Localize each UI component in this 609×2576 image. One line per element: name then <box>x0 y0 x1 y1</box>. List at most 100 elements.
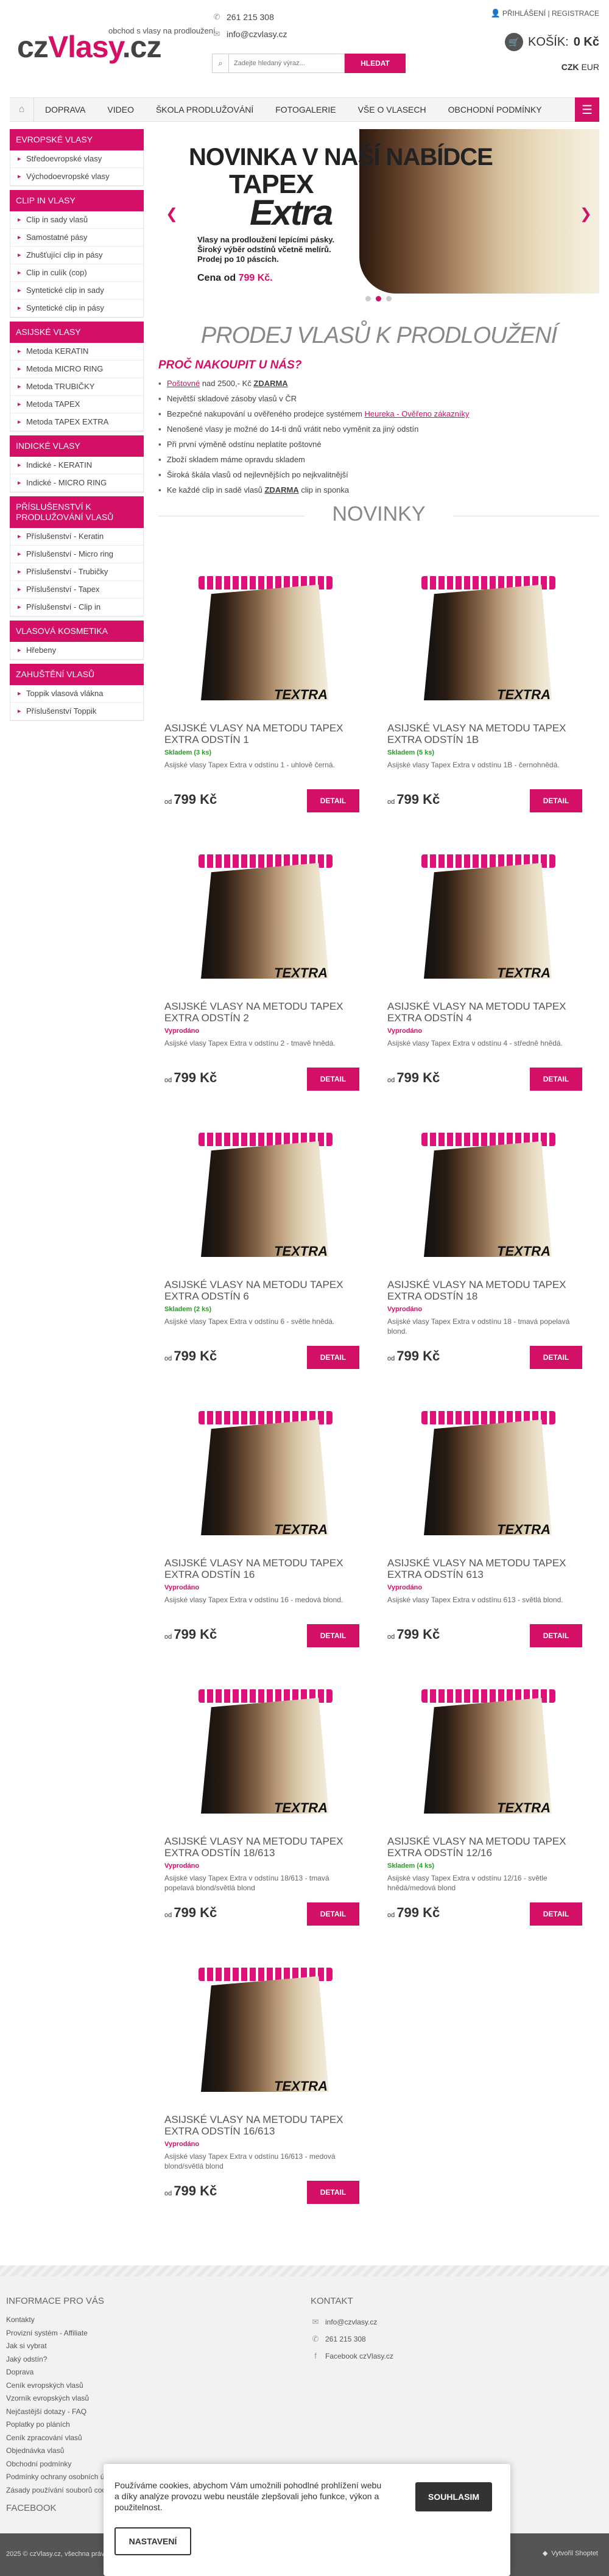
register-link[interactable]: REGISTRACE <box>552 9 599 18</box>
footer-link[interactable]: Jak si vybrat <box>6 2340 119 2353</box>
sidebar-item[interactable]: Clip in sady vlasů <box>10 211 143 229</box>
product-card[interactable]: TEXTRA ASIJSKÉ VLASY NA METODU TAPEX EXTR… <box>164 1958 373 2226</box>
footer-link[interactable]: Doprava <box>6 2366 119 2379</box>
product-image[interactable]: TEXTRA <box>183 1128 347 1271</box>
sidebar-item[interactable]: Příslušenství Toppik <box>10 703 143 720</box>
currency-czk[interactable]: CZK <box>561 62 579 72</box>
detail-button[interactable]: DETAIL <box>307 2181 359 2204</box>
footer-link[interactable]: Objednávka vlasů <box>6 2444 119 2458</box>
nav-item[interactable]: DOPRAVA <box>34 98 96 121</box>
sidebar-item[interactable]: Indické - MICRO RING <box>10 474 143 492</box>
sidebar-item[interactable]: Příslušenství - Trubičky <box>10 563 143 581</box>
sidebar-item[interactable]: Metoda MICRO RING <box>10 361 143 378</box>
sidebar-item[interactable]: Syntetické clip in sady <box>10 282 143 300</box>
login-link[interactable]: PŘIHLÁŠENÍ <box>502 9 546 18</box>
currency-eur[interactable]: EUR <box>581 62 599 72</box>
sidebar-item[interactable]: Samostatné pásy <box>10 229 143 247</box>
sidebar-item[interactable]: Východoevropské vlasy <box>10 168 143 186</box>
product-name[interactable]: ASIJSKÉ VLASY NA METODU TAPEX EXTRA ODST… <box>387 722 596 745</box>
nav-item[interactable]: VIDEO <box>96 98 145 121</box>
product-image[interactable]: TEXTRA <box>406 1684 570 1828</box>
product-image[interactable]: TEXTRA <box>183 1963 347 2106</box>
sidebar-item[interactable]: Syntetické clip in pásy <box>10 300 143 317</box>
sidebar-item[interactable]: Příslušenství - Keratin <box>10 528 143 546</box>
product-image[interactable]: TEXTRA <box>183 850 347 993</box>
product-image[interactable]: TEXTRA <box>183 571 347 714</box>
slider-dot[interactable] <box>386 296 392 301</box>
product-image[interactable]: TEXTRA <box>406 850 570 993</box>
detail-button[interactable]: DETAIL <box>530 789 582 812</box>
next-arrow-icon[interactable]: ❯ <box>580 205 592 223</box>
product-name[interactable]: ASIJSKÉ VLASY NA METODU TAPEX EXTRA ODST… <box>164 1557 373 1580</box>
footer-link[interactable]: Ceník zpracování vlasů <box>6 2432 119 2445</box>
sidebar-item[interactable]: Zhušťující clip in pásy <box>10 247 143 264</box>
detail-button[interactable]: DETAIL <box>307 1624 359 1647</box>
why-link[interactable]: Poštovné <box>167 379 200 388</box>
detail-button[interactable]: DETAIL <box>307 1346 359 1369</box>
nav-item[interactable]: OBCHODNÍ PODMÍNKY <box>437 98 553 121</box>
footer-link[interactable]: Ceník evropských vlasů <box>6 2379 119 2393</box>
sidebar-item[interactable]: Metoda TAPEX <box>10 396 143 413</box>
product-name[interactable]: ASIJSKÉ VLASY NA METODU TAPEX EXTRA ODST… <box>164 1001 373 1024</box>
product-image[interactable]: TEXTRA <box>406 571 570 714</box>
product-card[interactable]: TEXTRA ASIJSKÉ VLASY NA METODU TAPEX EXTR… <box>164 845 373 1113</box>
home-icon[interactable]: ⌂ <box>10 98 34 121</box>
footer-link[interactable]: Podmínky ochrany osobních údajů <box>6 2471 119 2484</box>
product-name[interactable]: ASIJSKÉ VLASY NA METODU TAPEX EXTRA ODST… <box>164 722 373 745</box>
sidebar-item[interactable]: Metoda TAPEX EXTRA <box>10 413 143 431</box>
product-name[interactable]: ASIJSKÉ VLASY NA METODU TAPEX EXTRA ODST… <box>387 1835 596 1859</box>
sidebar-item[interactable]: Toppik vlasová vlákna <box>10 685 143 703</box>
footer-link[interactable]: Provizní systém - Affiliate <box>6 2327 119 2340</box>
product-image[interactable]: TEXTRA <box>406 1128 570 1271</box>
detail-button[interactable]: DETAIL <box>307 1068 359 1091</box>
sidebar-section-title[interactable]: EVROPSKÉ VLASY <box>10 129 144 150</box>
footer-link[interactable]: Poplatky po pláních <box>6 2418 119 2432</box>
detail-button[interactable]: DETAIL <box>307 1902 359 1926</box>
product-card[interactable]: TEXTRA ASIJSKÉ VLASY NA METODU TAPEX EXTR… <box>164 1680 373 1948</box>
product-card[interactable]: TEXTRA ASIJSKÉ VLASY NA METODU TAPEX EXTR… <box>387 1680 596 1948</box>
product-name[interactable]: ASIJSKÉ VLASY NA METODU TAPEX EXTRA ODST… <box>164 1279 373 1302</box>
shoptet-link[interactable]: ◆ Vytvořil Shoptet <box>543 2549 598 2558</box>
why-link[interactable]: Heureka - Ověřeno zákazníky <box>364 409 469 418</box>
product-card[interactable]: TEXTRA ASIJSKÉ VLASY NA METODU TAPEX EXTR… <box>387 845 596 1113</box>
prev-arrow-icon[interactable]: ❮ <box>166 205 178 223</box>
search-button[interactable]: HLEDAT <box>345 54 406 73</box>
product-card[interactable]: TEXTRA ASIJSKÉ VLASY NA METODU TAPEX EXTR… <box>164 1401 373 1669</box>
sidebar-section-title[interactable]: PŘÍSLUŠENSTVÍ K PRODLUŽOVÁNÍ VLASŮ <box>10 496 144 528</box>
sidebar-item[interactable]: Metoda KERATIN <box>10 343 143 361</box>
product-name[interactable]: ASIJSKÉ VLASY NA METODU TAPEX EXTRA ODST… <box>387 1279 596 1302</box>
product-name[interactable]: ASIJSKÉ VLASY NA METODU TAPEX EXTRA ODST… <box>164 2114 373 2137</box>
footer-link[interactable]: Vzorník evropských vlasů <box>6 2392 119 2405</box>
banner-slider[interactable]: NOVINKA V NAŠÍ NABÍDCE TAPEX Extra Vlasy… <box>158 129 599 306</box>
nav-item[interactable]: FOTOGALERIE <box>264 98 347 121</box>
footer-link[interactable]: Zásady používání souborů cookies <box>6 2484 119 2497</box>
sidebar-item[interactable]: Příslušenství - Micro ring <box>10 546 143 563</box>
footer-link[interactable]: Kontakty <box>6 2314 119 2327</box>
sidebar-item[interactable]: Hřebeny <box>10 642 143 660</box>
product-image[interactable]: TEXTRA <box>183 1684 347 1828</box>
sidebar-item[interactable]: Metoda TRUBIČKY <box>10 378 143 396</box>
sidebar-section-title[interactable]: CLIP IN VLASY <box>10 190 144 211</box>
menu-icon[interactable]: ☰ <box>575 97 599 122</box>
footer-link[interactable]: Jaký odstín? <box>6 2353 119 2367</box>
sidebar-item[interactable]: Clip in culík (cop) <box>10 264 143 282</box>
nav-item[interactable]: ŠKOLA PRODLUŽOVÁNÍ <box>145 98 264 121</box>
product-name[interactable]: ASIJSKÉ VLASY NA METODU TAPEX EXTRA ODST… <box>387 1001 596 1024</box>
cookie-agree-button[interactable]: SOUHLASIM <box>415 2482 492 2511</box>
footer-link[interactable]: Obchodní podmínky <box>6 2458 119 2471</box>
header-phone[interactable]: 261 215 308 <box>227 9 274 26</box>
sidebar-item[interactable]: Indické - KERATIN <box>10 457 143 474</box>
header-email[interactable]: info@czvlasy.cz <box>227 26 287 43</box>
search-input[interactable] <box>229 54 345 73</box>
cookie-settings-button[interactable]: NASTAVENÍ <box>114 2527 191 2555</box>
footer-phone[interactable]: 261 215 308 <box>325 2331 366 2348</box>
product-image[interactable]: TEXTRA <box>406 1406 570 1549</box>
cart[interactable]: 🛒 KOŠÍK: 0 Kč <box>505 33 599 51</box>
sidebar-item[interactable]: Příslušenství - Tapex <box>10 581 143 599</box>
sidebar-item[interactable]: Příslušenství - Clip in <box>10 599 143 616</box>
detail-button[interactable]: DETAIL <box>530 1624 582 1647</box>
product-card[interactable]: TEXTRA ASIJSKÉ VLASY NA METODU TAPEX EXTR… <box>387 1401 596 1669</box>
product-card[interactable]: TEXTRA ASIJSKÉ VLASY NA METODU TAPEX EXTR… <box>387 566 596 834</box>
detail-button[interactable]: DETAIL <box>307 789 359 812</box>
nav-item[interactable]: VŠE O VLASECH <box>347 98 437 121</box>
